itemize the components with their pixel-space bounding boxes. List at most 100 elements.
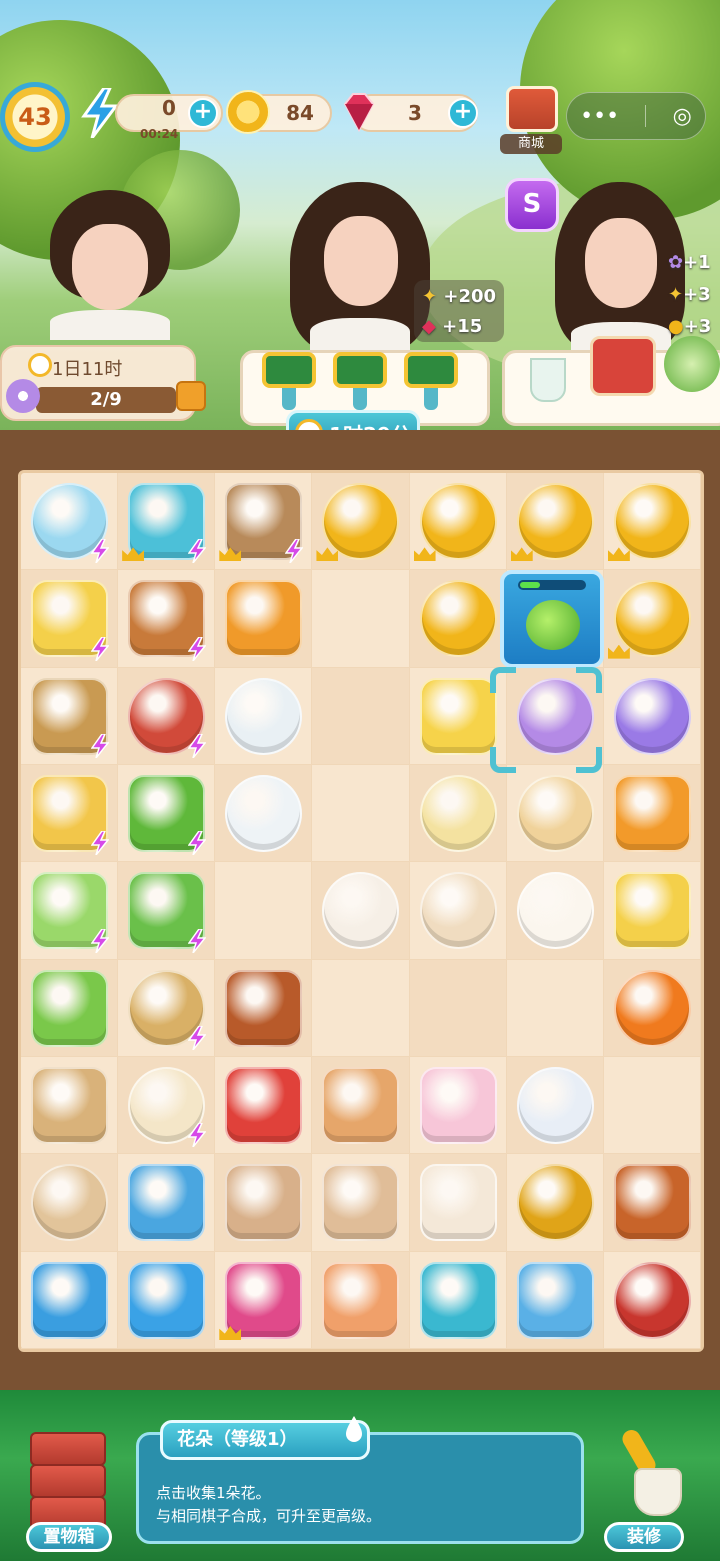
board-cell[interactable] (506, 765, 604, 863)
board-cell[interactable] (118, 959, 216, 1057)
board-cell[interactable] (312, 959, 410, 1057)
cabbage-icon[interactable] (664, 336, 720, 392)
spatula-icon[interactable] (31, 1067, 108, 1144)
roast-meat-icon[interactable] (225, 969, 303, 1047)
flower-pot-icon[interactable] (613, 677, 691, 755)
board-cell[interactable] (215, 862, 313, 960)
coin-stack-icon[interactable] (419, 580, 497, 658)
board-cell[interactable] (409, 765, 507, 863)
ice-cream-icon[interactable] (419, 1067, 497, 1144)
fan-icon[interactable] (225, 580, 303, 658)
board-cell[interactable] (118, 570, 216, 668)
board-cell[interactable] (118, 667, 216, 765)
decorate-label[interactable]: 装修 (604, 1522, 684, 1552)
board-cell[interactable] (21, 765, 119, 863)
board-cell[interactable] (312, 1057, 410, 1155)
coins-icon[interactable] (419, 483, 497, 560)
paper-bag-2-icon[interactable] (322, 1164, 400, 1242)
board-cell[interactable] (118, 862, 216, 960)
order-item-sign[interactable] (333, 352, 387, 410)
more-icon[interactable]: ••• (580, 104, 619, 129)
customer-center[interactable] (290, 182, 430, 352)
orange-jelly-icon[interactable] (613, 775, 691, 852)
food-box-icon[interactable] (590, 336, 656, 396)
tofu-flower-icon[interactable] (419, 775, 497, 852)
teapot-icon[interactable] (516, 1067, 594, 1144)
coins-icon[interactable] (613, 580, 691, 658)
board-cell[interactable] (506, 1251, 604, 1349)
board-cell[interactable] (118, 1251, 216, 1349)
gem-plus-button[interactable]: + (448, 98, 478, 128)
board-cell[interactable] (603, 959, 701, 1057)
board-cell[interactable] (409, 570, 507, 668)
paper-bag-icon[interactable] (225, 1164, 303, 1242)
board-cell[interactable] (312, 570, 410, 668)
board-cell[interactable] (603, 1251, 701, 1349)
fridge-2-icon[interactable] (128, 1261, 206, 1339)
bun-icon[interactable] (322, 872, 400, 950)
board-cell[interactable] (409, 1057, 507, 1155)
cake-slice-icon[interactable] (419, 677, 497, 755)
mantou-icon[interactable] (516, 872, 594, 950)
level-badge[interactable]: 43 (0, 82, 70, 152)
board-cell[interactable] (21, 1057, 119, 1155)
purple-event-button[interactable]: S (505, 178, 559, 232)
board-cell[interactable] (312, 1154, 410, 1252)
coin-rope-icon[interactable] (516, 1164, 594, 1242)
lemon-tea-icon[interactable] (225, 677, 303, 755)
board-cell[interactable] (215, 473, 313, 571)
board-cell[interactable] (409, 959, 507, 1057)
glass-icon[interactable] (530, 358, 566, 402)
board-cell[interactable] (312, 862, 410, 960)
board-cell[interactable] (409, 862, 507, 960)
board-cell[interactable] (506, 1154, 604, 1252)
board-cell[interactable] (603, 1154, 701, 1252)
board-cell[interactable] (215, 667, 313, 765)
board-cell[interactable] (215, 570, 313, 668)
pufferfish-generator[interactable] (500, 570, 604, 668)
board-cell[interactable] (21, 473, 119, 571)
board-cell[interactable] (215, 765, 313, 863)
board-cell[interactable] (603, 862, 701, 960)
board-cell[interactable] (21, 862, 119, 960)
board-cell[interactable] (506, 862, 604, 960)
coins-icon[interactable] (613, 483, 691, 560)
order-item-sign[interactable] (262, 352, 316, 410)
pet-collar-icon[interactable] (419, 1261, 497, 1339)
board-cell[interactable] (603, 1057, 701, 1155)
watermelon-icon[interactable] (225, 1067, 303, 1144)
close-target-icon[interactable]: ◎ (673, 104, 692, 129)
customer-left[interactable] (40, 190, 180, 340)
board-cell[interactable] (215, 1251, 313, 1349)
board-cell[interactable] (21, 667, 119, 765)
board-cell[interactable] (215, 959, 313, 1057)
storage-label[interactable]: 置物箱 (26, 1522, 112, 1552)
board-cell[interactable] (603, 667, 701, 765)
coins-icon[interactable] (516, 483, 594, 560)
sesame-bun-icon[interactable] (419, 872, 497, 950)
coins-icon[interactable] (322, 483, 400, 560)
board-cell[interactable] (21, 959, 119, 1057)
citrus-juicer-icon[interactable] (31, 969, 108, 1047)
pizza-icon[interactable] (322, 1067, 400, 1144)
board-cell[interactable] (312, 473, 410, 571)
board-cell[interactable] (506, 959, 604, 1057)
flower-cake-icon[interactable] (516, 775, 594, 852)
board-cell[interactable] (603, 473, 701, 571)
board-cell[interactable] (21, 1154, 119, 1252)
board-cell[interactable] (506, 1057, 604, 1155)
board-cell[interactable] (118, 473, 216, 571)
fried-rice-icon[interactable] (419, 1164, 497, 1242)
bone-icon[interactable] (322, 1261, 400, 1339)
fridge-icon[interactable] (128, 1164, 206, 1242)
order-panel[interactable]: 1日11时 2/9 (0, 345, 206, 421)
board-cell[interactable] (312, 1251, 410, 1349)
board-cell[interactable] (21, 570, 119, 668)
board-cell[interactable] (312, 765, 410, 863)
pan-icon[interactable] (31, 1164, 108, 1242)
board-cell[interactable] (118, 765, 216, 863)
board-cell[interactable] (506, 473, 604, 571)
board-cell[interactable] (118, 1057, 216, 1155)
board-cell[interactable] (215, 1057, 313, 1155)
board-cell[interactable] (409, 1154, 507, 1252)
